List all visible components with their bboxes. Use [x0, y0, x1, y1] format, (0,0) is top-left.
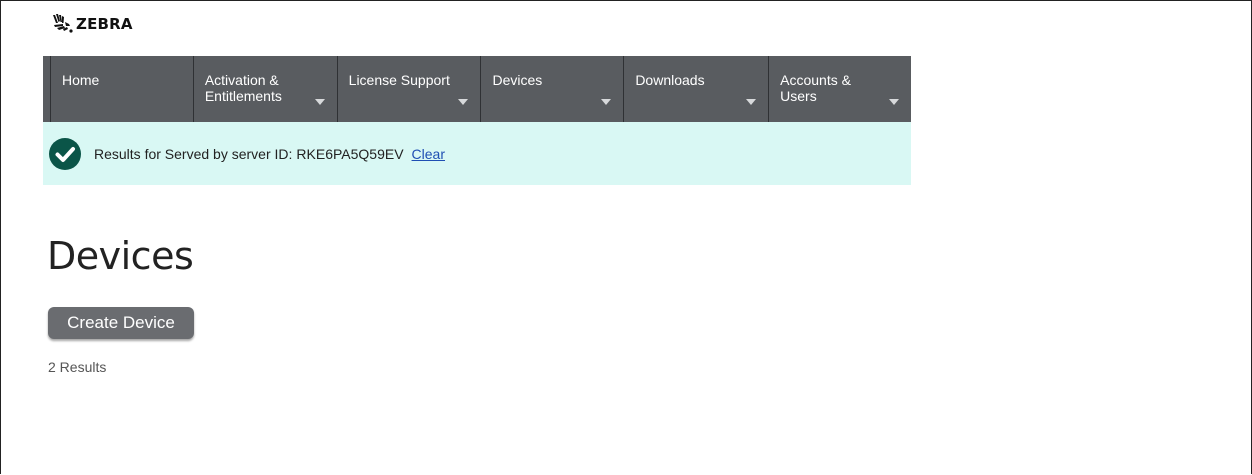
main-nav: Home Activation & Entitlements License S…: [43, 56, 911, 122]
nav-item-devices[interactable]: Devices: [481, 56, 625, 122]
chevron-down-icon: [888, 99, 899, 105]
chevron-down-icon: [314, 99, 325, 105]
filter-results-banner: Results for Served by server ID: RKE6PA5…: [43, 122, 911, 185]
clear-filter-link[interactable]: Clear: [412, 146, 445, 162]
chevron-down-icon: [746, 99, 757, 105]
chevron-down-icon: [601, 99, 612, 105]
nav-item-label: Home: [62, 72, 100, 88]
zebra-head-icon: [53, 14, 73, 33]
nav-left-edge: [43, 56, 51, 122]
brand-name: ZEBRA: [76, 15, 133, 33]
banner-message: Results for Served by server ID:: [94, 145, 293, 162]
nav-item-label: Downloads: [635, 72, 705, 88]
nav-item-home[interactable]: Home: [51, 56, 194, 122]
create-device-button[interactable]: Create Device: [48, 307, 194, 339]
server-id-value: RKE6PA5Q59EV: [296, 145, 404, 162]
nav-item-label: Accounts & Users: [780, 72, 851, 104]
nav-item-accounts-users[interactable]: Accounts & Users: [769, 56, 911, 122]
page-title: Devices: [47, 234, 194, 278]
brand-logo[interactable]: ZEBRA: [51, 14, 133, 34]
nav-item-label: Devices: [492, 72, 543, 88]
nav-item-label: Activation & Entitlements: [204, 72, 282, 104]
check-circle-icon: [49, 137, 81, 170]
results-count: 2 Results: [48, 359, 107, 375]
nav-item-label: License Support: [348, 72, 450, 88]
nav-item-downloads[interactable]: Downloads: [624, 56, 770, 122]
chevron-down-icon: [458, 99, 469, 105]
nav-item-license-support[interactable]: License Support: [338, 56, 482, 122]
nav-item-activation-entitlements[interactable]: Activation & Entitlements: [194, 56, 338, 122]
